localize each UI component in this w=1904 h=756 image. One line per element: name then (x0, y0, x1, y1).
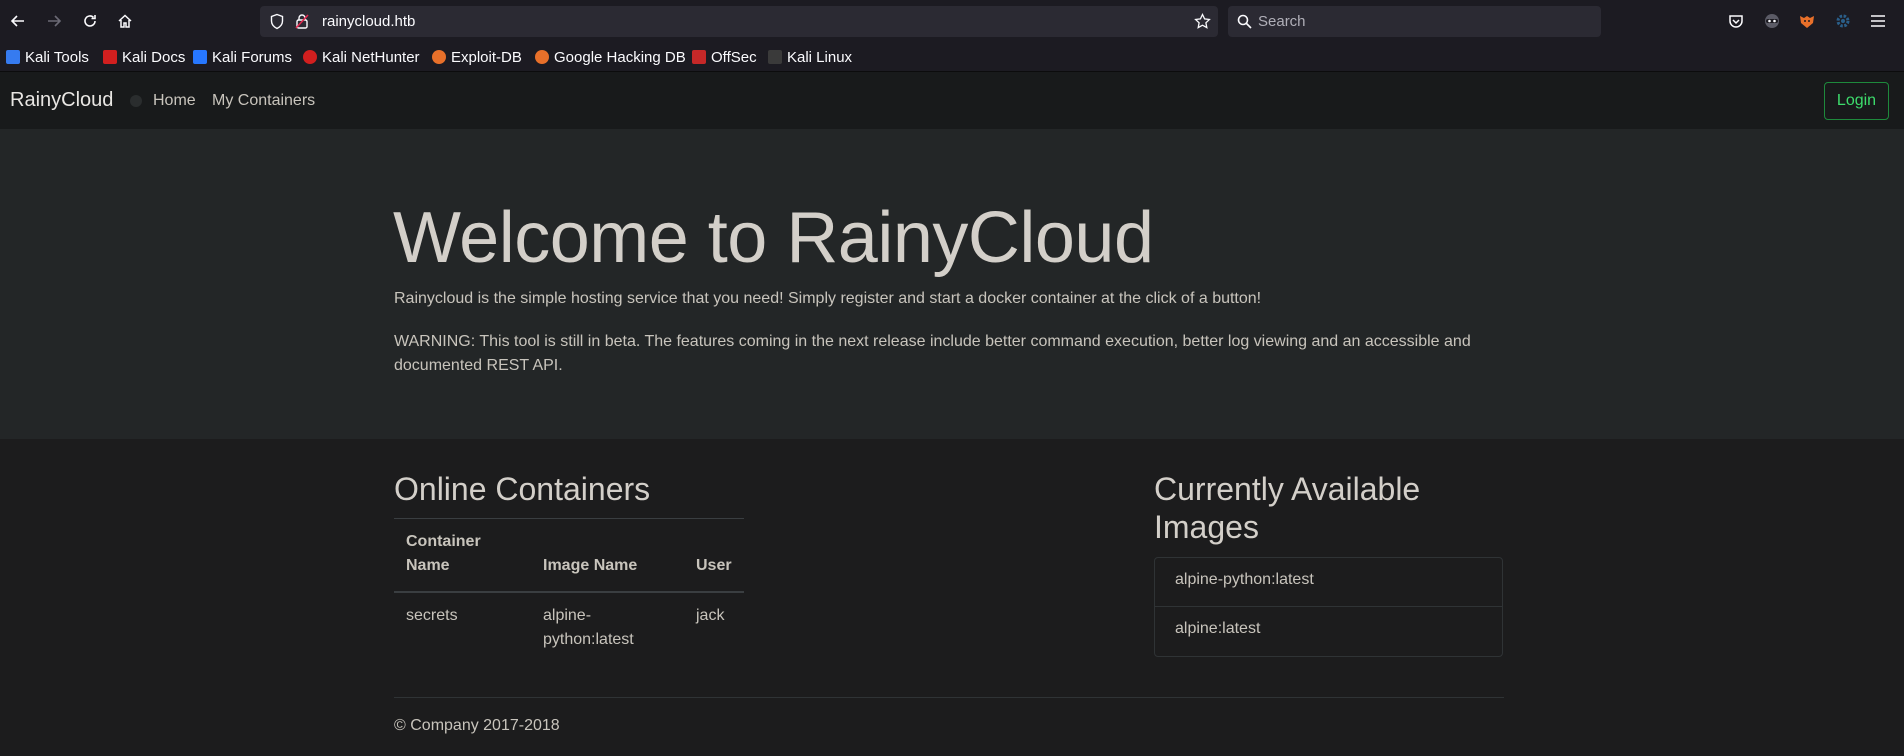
list-item: alpine:latest (1175, 620, 1261, 637)
bookmark-kali-linux[interactable]: Kali Linux (768, 48, 852, 66)
google-hacking-db-icon (535, 50, 549, 64)
jumbotron: Welcome to RainyCloud Rainycloud is the … (0, 129, 1904, 439)
bookmark-offsec[interactable]: OffSec (692, 48, 757, 66)
bookmarks-bar: Kali Tools Kali Docs Kali Forums Kali Ne… (0, 42, 1904, 72)
extension-fox-icon[interactable] (1797, 11, 1817, 31)
bookmark-exploit-db[interactable]: Exploit-DB (432, 48, 522, 66)
bookmark-label: Kali Docs (122, 48, 186, 66)
cell-container: secrets (406, 607, 458, 624)
bookmark-label: Kali NetHunter (322, 48, 420, 66)
login-button[interactable]: Login (1824, 82, 1889, 120)
footer-copyright: © Company 2017-2018 (394, 717, 560, 734)
header-user: User (696, 557, 732, 574)
kali-linux-icon (768, 50, 782, 64)
images-list: alpine-python:latest alpine:latest (1154, 557, 1503, 657)
pocket-icon[interactable] (1726, 11, 1746, 31)
cell-user: jack (696, 607, 725, 624)
bookmark-kali-tools[interactable]: Kali Tools (6, 48, 89, 66)
back-icon[interactable] (6, 9, 30, 33)
intro-text: Rainycloud is the simple hosting service… (394, 290, 1262, 307)
address-bar[interactable]: rainycloud.htb (260, 6, 1218, 37)
main-content: Online Containers Container Name Image N… (0, 439, 1904, 756)
kali-tools-icon (6, 50, 20, 64)
containers-table: Container Name Image Name User secrets a… (394, 518, 744, 648)
bookmark-label: Google Hacking DB (554, 48, 686, 66)
kali-forums-icon (193, 50, 207, 64)
bookmark-star-icon[interactable] (1194, 12, 1211, 35)
insecure-lock-icon[interactable] (295, 13, 309, 35)
url-text[interactable]: rainycloud.htb (322, 13, 415, 30)
home-icon[interactable] (113, 9, 137, 33)
search-icon (1237, 14, 1252, 34)
warning-text: WARNING: This tool is still in beta. The… (394, 333, 1471, 374)
reload-icon[interactable] (78, 9, 102, 33)
header-container-name: Container Name (406, 533, 481, 574)
bookmark-label: OffSec (711, 48, 757, 66)
menu-icon[interactable] (1868, 11, 1888, 31)
bookmark-kali-docs[interactable]: Kali Docs (103, 48, 185, 66)
header-image-name: Image Name (543, 557, 638, 574)
bookmark-label: Kali Forums (212, 48, 293, 66)
kali-docs-icon (103, 50, 117, 64)
cell-image: alpine-python:latest (543, 607, 634, 648)
kali-nethunter-icon (303, 50, 317, 64)
table-header-divider (394, 591, 744, 593)
available-images-title: Currently Available Images (1154, 471, 1421, 545)
list-item: alpine-python:latest (1155, 558, 1502, 607)
bookmark-label: Kali Linux (787, 48, 853, 66)
site-navbar: RainyCloud Home My Containers Login (0, 72, 1904, 129)
browser-toolbar: rainycloud.htb Search (0, 0, 1904, 42)
exploit-db-icon (432, 50, 446, 64)
nav-home[interactable]: Home (153, 92, 196, 110)
online-containers-title: Online Containers (394, 471, 651, 507)
bookmark-label: Kali Tools (25, 48, 89, 66)
forward-icon[interactable] (42, 9, 66, 33)
search-bar[interactable]: Search (1228, 6, 1601, 37)
bookmark-kali-nethunter[interactable]: Kali NetHunter (303, 48, 420, 66)
search-placeholder: Search (1258, 13, 1306, 30)
shield-icon[interactable] (269, 13, 285, 35)
bookmark-google-hacking-db[interactable]: Google Hacking DB (535, 48, 686, 66)
page-title: Welcome to RainyCloud (393, 198, 1154, 278)
bookmark-label: Exploit-DB (451, 48, 522, 66)
bookmark-kali-forums[interactable]: Kali Forums (193, 48, 292, 66)
extension-gear-icon[interactable] (1833, 11, 1853, 31)
extension-mask-icon[interactable] (1762, 11, 1782, 31)
cloud-logo-icon (128, 93, 144, 114)
footer-divider (394, 697, 1504, 698)
offsec-icon (692, 50, 706, 64)
nav-my-containers[interactable]: My Containers (212, 92, 315, 110)
brand-link[interactable]: RainyCloud (10, 89, 113, 112)
